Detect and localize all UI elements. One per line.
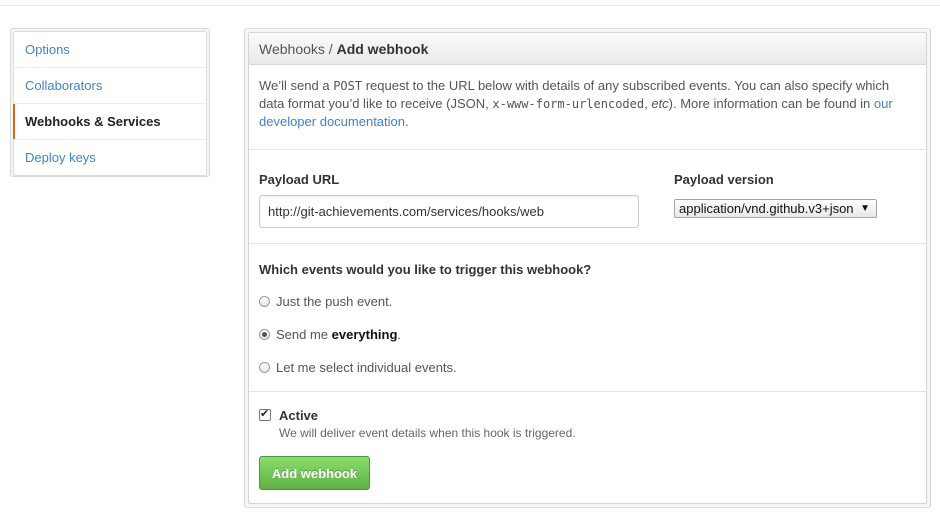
- payload-url-label: Payload URL: [259, 172, 340, 187]
- sidebar-item-options[interactable]: Options: [14, 32, 206, 67]
- active-section: Active We will deliver event details whe…: [249, 392, 926, 508]
- active-description: We will deliver event details when this …: [279, 426, 576, 440]
- radio-button[interactable]: [259, 296, 270, 307]
- intro-text-part: .: [405, 114, 409, 129]
- events-section: Which events would you like to trigger t…: [249, 244, 926, 392]
- top-divider: [0, 5, 940, 6]
- webhook-form: Webhooks / Add webhook We’ll send a POST…: [248, 32, 927, 504]
- add-webhook-button[interactable]: Add webhook: [259, 456, 370, 490]
- intro-code-urlencoded: x-www-form-urlencoded: [492, 97, 645, 111]
- payload-version-select[interactable]: application/vnd.github.v3+json ▼: [674, 199, 877, 218]
- intro-text: We’ll send a POST request to the URL bel…: [249, 65, 926, 150]
- active-checkbox[interactable]: [259, 407, 271, 421]
- radio-label: Let me select individual events.: [276, 360, 457, 375]
- intro-etc: etc: [651, 96, 669, 111]
- sidebar-item-webhooks-services[interactable]: Webhooks & Services: [13, 103, 206, 139]
- chevron-down-icon: ▼: [860, 203, 870, 214]
- radio-button[interactable]: [259, 362, 270, 373]
- settings-sidebar: Options Collaborators Webhooks & Service…: [10, 28, 210, 177]
- active-label: Active: [279, 408, 319, 423]
- events-question: Which events would you like to trigger t…: [259, 262, 592, 277]
- page-title: Add webhook: [336, 41, 429, 57]
- breadcrumb-parent[interactable]: Webhooks: [259, 41, 325, 57]
- add-webhook-panel: Webhooks / Add webhook We’ll send a POST…: [244, 28, 931, 508]
- intro-text-part: We’ll send a: [259, 78, 334, 93]
- radio-label-suffix: .: [397, 327, 402, 342]
- breadcrumb: Webhooks / Add webhook: [249, 33, 926, 65]
- payload-url-input[interactable]: [259, 195, 639, 228]
- radio-option-individual[interactable]: Let me select individual events.: [259, 360, 457, 376]
- radio-option-everything[interactable]: Send me everything.: [259, 327, 401, 343]
- intro-text-part: ). More information can be found in: [668, 96, 874, 111]
- radio-label-prefix: Send me: [276, 327, 332, 342]
- radio-label: Just the push event.: [276, 294, 393, 309]
- intro-code-post: POST: [333, 79, 363, 93]
- radio-label-bold: everything: [331, 327, 398, 342]
- sidebar-item-collaborators[interactable]: Collaborators: [14, 67, 206, 103]
- payload-version-value: application/vnd.github.v3+json: [679, 201, 854, 216]
- radio-option-push[interactable]: Just the push event.: [259, 294, 392, 310]
- breadcrumb-separator: /: [328, 41, 333, 57]
- settings-menu: Options Collaborators Webhooks & Service…: [13, 31, 207, 176]
- radio-button[interactable]: [259, 329, 270, 340]
- payload-row: Payload URL Payload version application/…: [249, 150, 926, 244]
- payload-version-label: Payload version: [674, 172, 774, 187]
- sidebar-item-deploy-keys[interactable]: Deploy keys: [14, 139, 206, 175]
